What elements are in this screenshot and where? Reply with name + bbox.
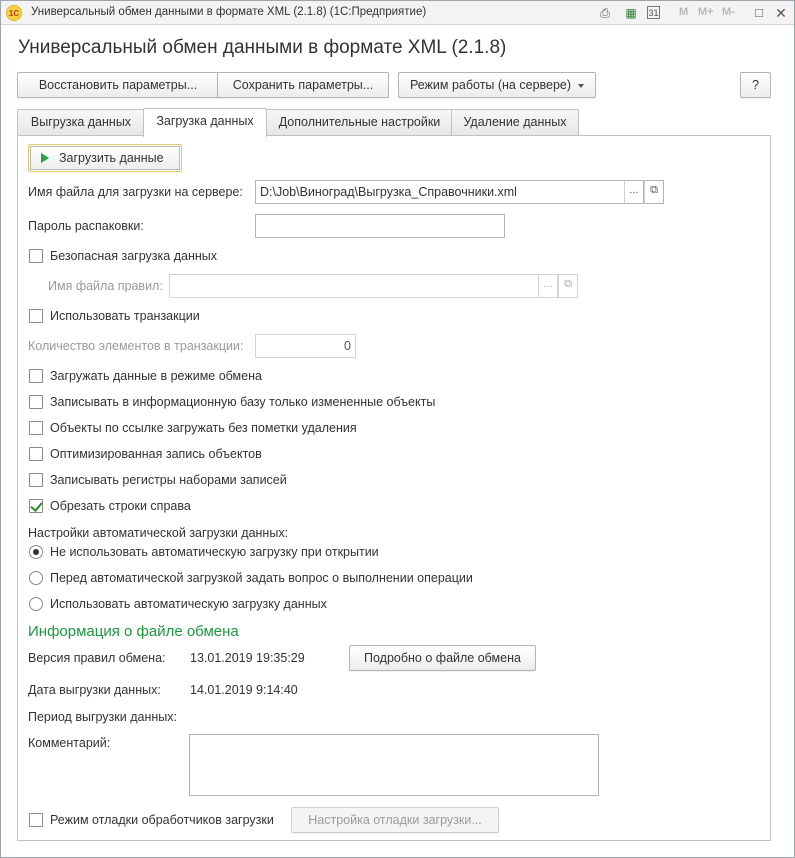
register-sets-checkbox[interactable] (29, 473, 43, 487)
optimized-write-label: Оптимизированная запись объектов (50, 447, 262, 461)
comment-label: Комментарий: (28, 736, 111, 750)
export-date-label: Дата выгрузки данных: (28, 683, 161, 697)
choose-file-button[interactable]: ... (624, 180, 644, 204)
use-transactions-checkbox[interactable] (29, 309, 43, 323)
no-deletion-mark-checkbox[interactable] (29, 421, 43, 435)
radio-ask-before-load-label: Перед автоматической загрузкой задать во… (50, 571, 473, 585)
file-name-input[interactable]: D:\Job\Виноград\Выгрузка_Справочники.xml (255, 180, 625, 204)
radio-ask-before-load[interactable] (29, 571, 43, 585)
debug-mode-label: Режим отладки обработчиков загрузки (50, 813, 274, 827)
radio-use-auto-load-label: Использовать автоматическую загрузку дан… (50, 597, 327, 611)
safe-load-label: Безопасная загрузка данных (50, 249, 217, 263)
open-rules-file-icon[interactable]: ⧉ (558, 274, 578, 298)
rules-file-input[interactable] (169, 274, 539, 298)
export-period-label: Период выгрузки данных: (28, 710, 177, 724)
rules-version-label: Версия правил обмена: (28, 651, 166, 665)
use-transactions-label: Использовать транзакции (50, 309, 200, 323)
password-label: Пароль распаковки: (28, 219, 144, 233)
only-changed-checkbox[interactable] (29, 395, 43, 409)
debug-settings-button[interactable]: Настройка отладки загрузки... (291, 807, 499, 833)
exchange-mode-label: Загружать данные в режиме обмена (50, 369, 262, 383)
play-icon (41, 152, 49, 163)
auto-load-settings-label: Настройки автоматической загрузки данных… (28, 526, 289, 540)
rules-file-label: Имя файла правил: (48, 279, 163, 293)
register-sets-label: Записывать регистры наборами записей (50, 473, 287, 487)
trim-strings-checkbox[interactable] (29, 499, 43, 513)
radio-no-auto-load[interactable] (29, 545, 43, 559)
exchange-file-info-heading: Информация о файле обмена (28, 623, 239, 640)
debug-mode-checkbox[interactable] (29, 813, 43, 827)
file-name-label: Имя файла для загрузки на сервере: (28, 185, 243, 199)
only-changed-label: Записывать в информационную базу только … (50, 395, 436, 409)
load-data-label: Загрузить данные (59, 151, 164, 165)
app-window: 1С Универсальный обмен данными в формате… (0, 0, 795, 858)
comment-textarea[interactable] (189, 734, 599, 796)
open-file-icon[interactable]: ⧉ (644, 180, 664, 204)
radio-use-auto-load[interactable] (29, 597, 43, 611)
optimized-write-checkbox[interactable] (29, 447, 43, 461)
trim-strings-label: Обрезать строки справа (50, 499, 191, 513)
no-deletion-mark-label: Объекты по ссылке загружать без пометки … (50, 421, 357, 435)
password-input[interactable] (255, 214, 505, 238)
safe-load-checkbox[interactable] (29, 249, 43, 263)
exchange-file-details-button[interactable]: Подробно о файле обмена (349, 645, 536, 671)
tx-count-label: Количество элементов в транзакции: (28, 339, 244, 353)
exchange-mode-checkbox[interactable] (29, 369, 43, 383)
rules-version-value: 13.01.2019 19:35:29 (190, 651, 305, 665)
choose-rules-file-button[interactable]: ... (538, 274, 558, 298)
radio-no-auto-load-label: Не использовать автоматическую загрузку … (50, 545, 379, 559)
load-data-button[interactable]: Загрузить данные (28, 144, 182, 172)
export-date-value: 14.01.2019 9:14:40 (190, 683, 298, 697)
tx-count-input[interactable]: 0 (255, 334, 356, 358)
